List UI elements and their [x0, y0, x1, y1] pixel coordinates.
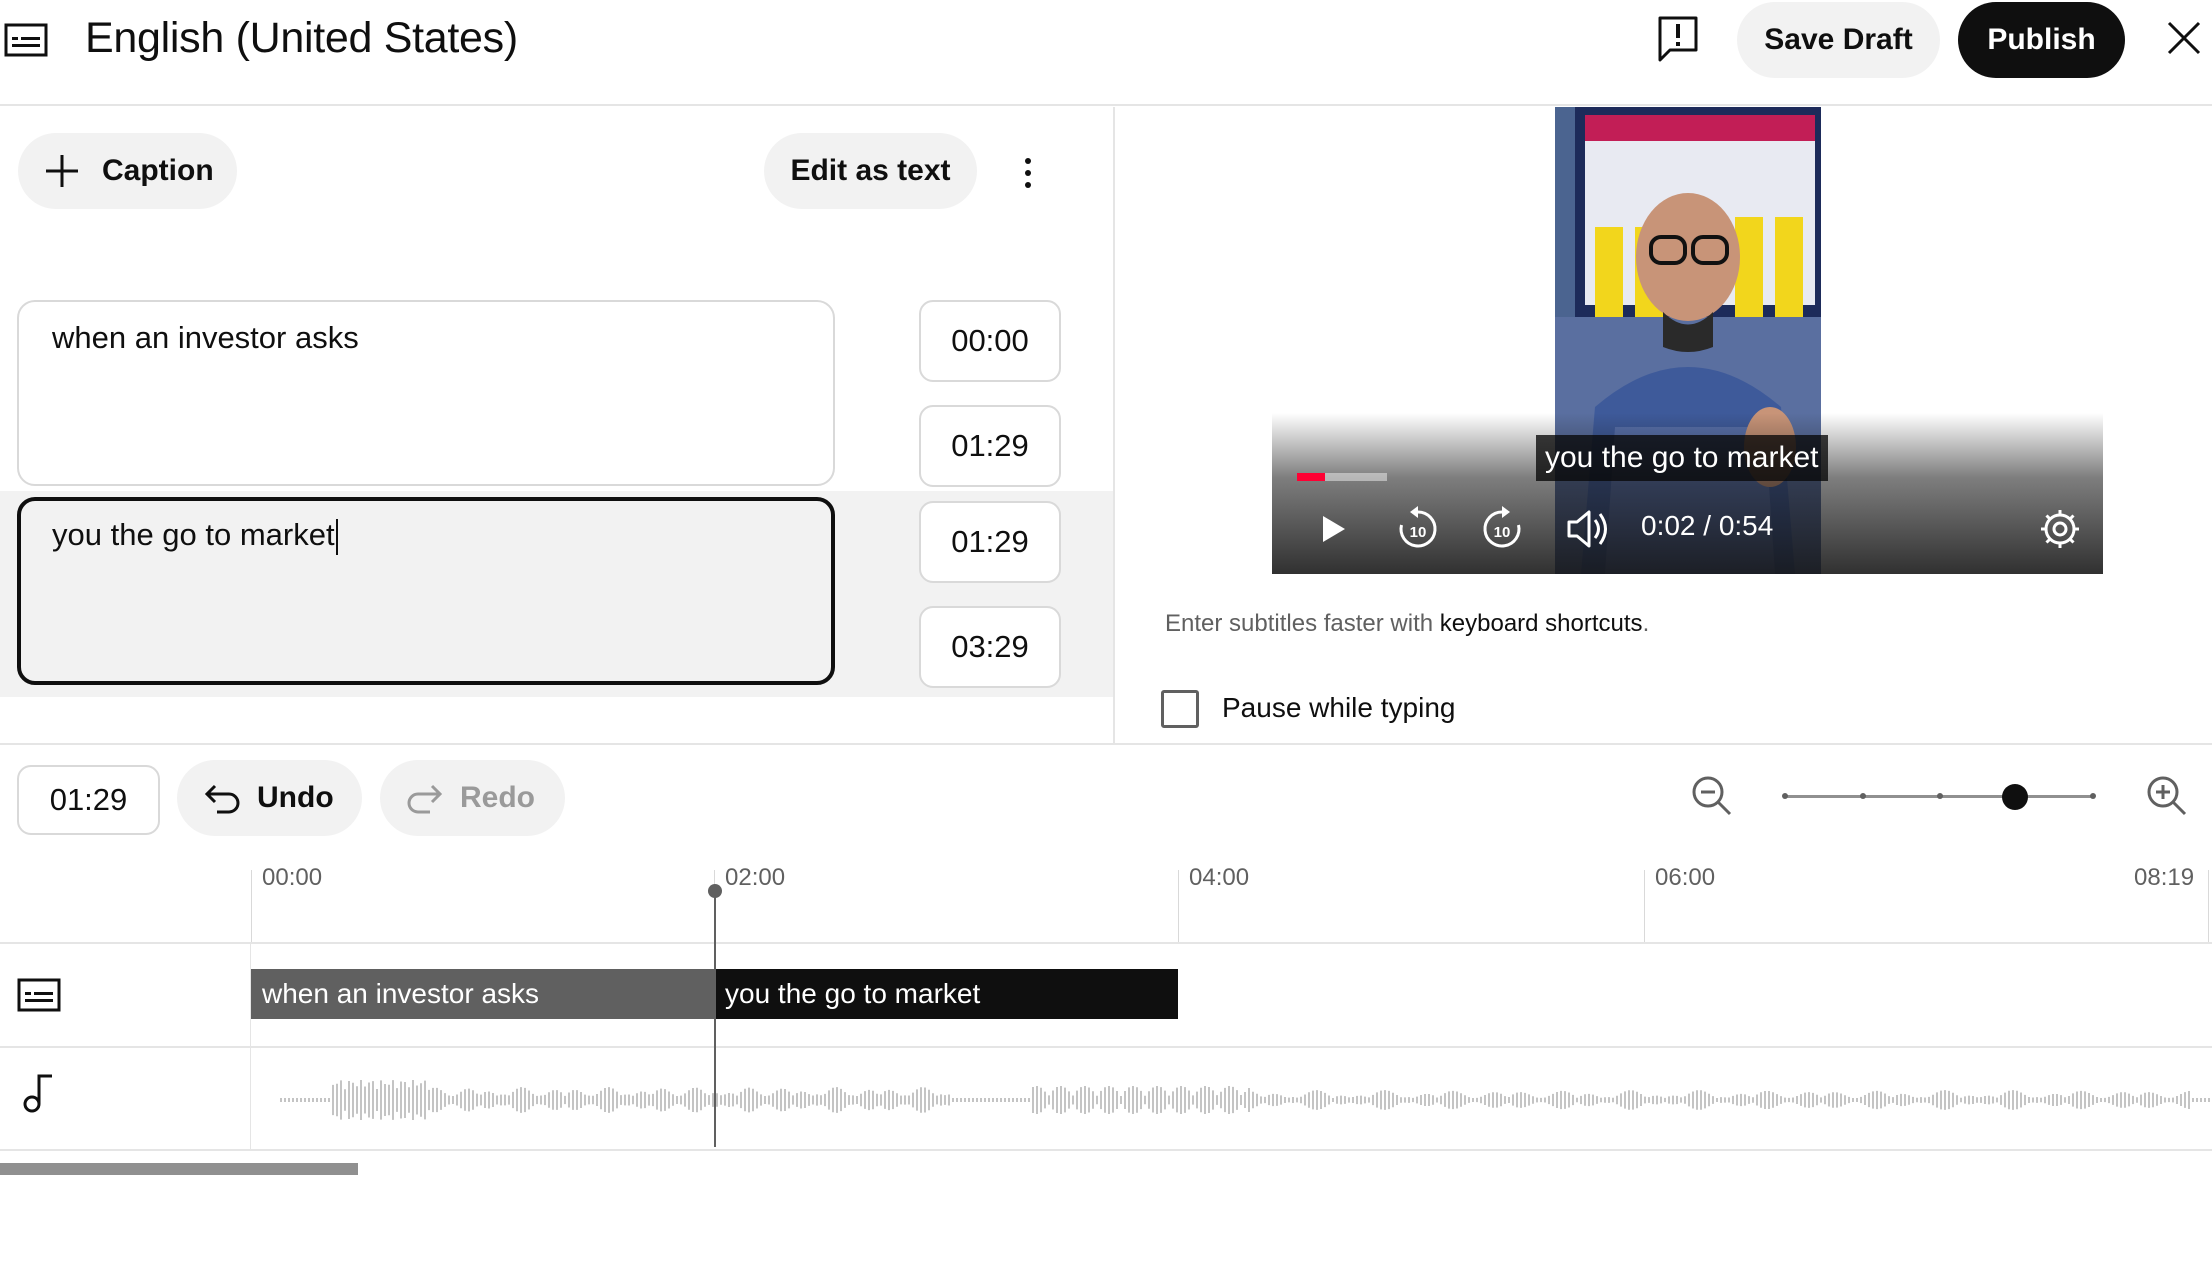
- caption-segment-active[interactable]: you the go to market: [714, 969, 1178, 1019]
- add-caption-label: Caption: [102, 154, 214, 187]
- hint-suffix: .: [1642, 610, 1650, 637]
- caption-cue: when an investor asks 00:00 01:29: [0, 290, 1113, 496]
- section-divider: [0, 743, 2212, 745]
- music-note-icon: [23, 1074, 52, 1113]
- track-divider: [0, 1046, 2212, 1048]
- redo-label: Redo: [460, 781, 535, 814]
- gear-icon[interactable]: [2038, 504, 2082, 554]
- publish-button[interactable]: Publish: [1958, 2, 2125, 78]
- pause-while-typing-checkbox[interactable]: [1161, 690, 1199, 728]
- zoom-out-icon[interactable]: [1690, 774, 1734, 818]
- plus-icon: [46, 155, 78, 187]
- playhead-handle[interactable]: [708, 884, 722, 898]
- cue-end-time[interactable]: 03:29: [919, 606, 1061, 688]
- redo-icon: [407, 784, 443, 814]
- track-divider: [0, 942, 2212, 944]
- subtitles-icon: [4, 23, 48, 57]
- caption-segment[interactable]: when an investor asks: [251, 969, 714, 1019]
- undo-label: Undo: [257, 781, 334, 814]
- ruler-tick: [1644, 870, 1645, 942]
- caption-text-value: you the go to market: [52, 517, 335, 552]
- play-icon[interactable]: [1315, 504, 1351, 554]
- redo-button[interactable]: Redo: [380, 760, 565, 836]
- close-icon[interactable]: [2164, 18, 2204, 58]
- playhead[interactable]: [714, 892, 716, 1147]
- svg-text:10: 10: [1494, 524, 1511, 541]
- replay-10-icon[interactable]: 10: [1393, 504, 1443, 554]
- keyboard-shortcuts-link[interactable]: keyboard shortcuts: [1440, 610, 1643, 637]
- add-caption-button[interactable]: Caption: [18, 133, 237, 209]
- shortcuts-hint: Enter subtitles faster with keyboard sho…: [1165, 610, 1649, 638]
- subtitles-track-icon: [17, 978, 61, 1012]
- pause-while-typing-label: Pause while typing: [1222, 692, 1456, 723]
- edit-as-text-button[interactable]: Edit as text: [764, 133, 977, 209]
- page-title: English (United States): [85, 14, 518, 62]
- feedback-icon[interactable]: [1656, 14, 1700, 62]
- progress-bar-fill: [1297, 473, 1325, 481]
- ruler-label: 02:00: [725, 864, 786, 891]
- track-divider: [0, 1149, 2212, 1151]
- cue-start-time[interactable]: 00:00: [919, 300, 1061, 382]
- svg-text:10: 10: [1410, 524, 1427, 541]
- audio-waveform: [280, 1080, 2210, 1120]
- editor-header: English (United States) Save Draft Publi…: [0, 0, 2212, 106]
- text-cursor: [335, 518, 338, 555]
- ruler-label: 04:00: [1189, 864, 1250, 891]
- more-vert-icon[interactable]: [1014, 153, 1042, 193]
- video-time: 0:02 / 0:54: [1641, 510, 1774, 541]
- undo-button[interactable]: Undo: [177, 760, 362, 836]
- hint-text: Enter subtitles faster with: [1165, 610, 1440, 637]
- pane-divider: [1113, 107, 1115, 743]
- caption-text-field[interactable]: when an investor asks: [17, 300, 835, 486]
- zoom-slider-step: [1782, 793, 1788, 799]
- caption-editor-pane: Caption Edit as text when an investor as…: [0, 107, 1113, 743]
- ruler-label: 00:00: [262, 864, 323, 891]
- cue-end-time[interactable]: 01:29: [919, 405, 1061, 487]
- undo-icon: [204, 784, 240, 814]
- ruler-tick: [2208, 870, 2209, 942]
- zoom-slider-handle[interactable]: [2002, 784, 2028, 810]
- ruler-label: 06:00: [1655, 864, 1716, 891]
- save-draft-button[interactable]: Save Draft: [1737, 2, 1940, 78]
- caption-cue-active: you the go to market 01:29 03:29: [0, 491, 1113, 697]
- forward-10-icon[interactable]: 10: [1477, 504, 1527, 554]
- zoom-slider-step: [2090, 793, 2096, 799]
- timeline-scrollbar[interactable]: [0, 1163, 358, 1175]
- ruler-label: 08:19: [2134, 864, 2195, 891]
- zoom-in-icon[interactable]: [2145, 774, 2189, 818]
- volume-icon[interactable]: [1565, 504, 1611, 554]
- cue-start-time[interactable]: 01:29: [919, 501, 1061, 583]
- ruler-tick: [251, 870, 252, 942]
- caption-text-field-active[interactable]: you the go to market: [17, 497, 835, 685]
- zoom-slider-step: [1937, 793, 1943, 799]
- zoom-slider-step: [1860, 793, 1866, 799]
- ruler-tick: [1178, 870, 1179, 942]
- subtitle-overlay: you the go to market: [1536, 435, 1828, 481]
- current-time-field[interactable]: 01:29: [17, 765, 160, 835]
- video-player[interactable]: you the go to market 10 10 0:02 / 0:54: [1272, 107, 2103, 574]
